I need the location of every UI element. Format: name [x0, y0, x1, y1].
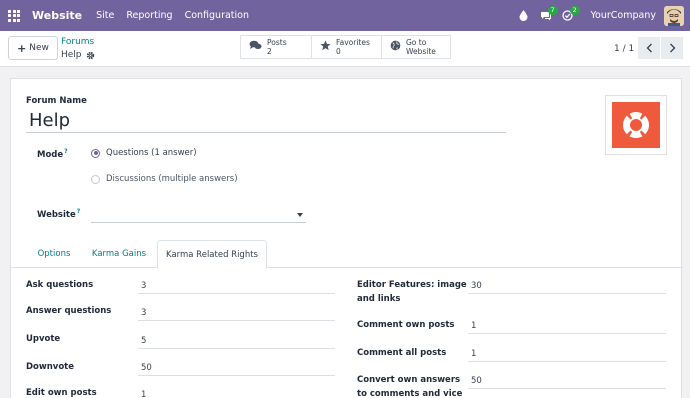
breadcrumb-current: Help — [61, 49, 95, 61]
karma-downvote-input[interactable]: 50 — [138, 360, 335, 376]
karma-editor-features-input[interactable]: 30 — [468, 278, 666, 294]
go-to-label: Go to — [406, 38, 427, 47]
activity-badge: 2 — [569, 6, 580, 15]
karma-convert-answers-input[interactable]: 50 — [468, 373, 666, 389]
new-button[interactable]: + New — [8, 36, 58, 60]
karma-answer-questions-label: Answer questions — [26, 306, 112, 316]
karma-editor-features-label-line2: and links — [357, 294, 401, 304]
karma-editor-features-label-line1: Editor Features: image — [357, 280, 467, 290]
karma-ask-questions-input[interactable]: 3 — [138, 278, 335, 294]
systray: 7 2 YourCompany — [513, 0, 690, 31]
karma-ask-questions-label: Ask questions — [26, 280, 94, 290]
favorites-stat-label: Favorites — [336, 38, 370, 47]
forum-name-input[interactable]: Help — [26, 109, 506, 133]
menu-site[interactable]: Site — [96, 10, 114, 21]
karma-comment-own-posts-label: Comment own posts — [357, 318, 467, 332]
go-to-website-button[interactable]: Go to Website — [381, 35, 451, 59]
karma-comment-all-posts-label: Comment all posts — [357, 346, 467, 360]
mode-help-tooltip[interactable]: ? — [64, 148, 67, 155]
breadcrumb-current-label: Help — [61, 50, 82, 60]
top-navbar: Website Site Reporting Configuration 7 2… — [0, 0, 690, 31]
comments-icon — [249, 40, 262, 54]
karma-answer-questions-input[interactable]: 3 — [138, 305, 335, 321]
app-brand[interactable]: Website — [32, 9, 82, 22]
go-to-value: Website — [406, 47, 436, 56]
karma-convert-answers-label: Convert own answers to comments and vice — [357, 373, 467, 398]
website-select[interactable] — [91, 206, 306, 223]
karma-comment-all-posts-input[interactable]: 1 — [468, 346, 666, 362]
mode-option-questions-label: Questions (1 answer) — [106, 148, 197, 158]
forum-image-field[interactable] — [605, 95, 667, 155]
user-avatar[interactable] — [664, 5, 684, 26]
website-help-tooltip[interactable]: ? — [77, 208, 80, 215]
chevron-left-icon — [646, 43, 652, 53]
karma-edit-own-posts-input[interactable]: 1 — [138, 387, 335, 398]
tab-options[interactable]: Options — [27, 240, 81, 268]
website-label: Website? — [37, 208, 80, 220]
mode-option-discussions[interactable]: Discussions (multiple answers) — [91, 174, 238, 184]
activity-icon[interactable]: 2 — [557, 0, 580, 31]
pager-buttons — [638, 37, 683, 59]
karma-convert-answers-label-line2: to comments and vice — [357, 389, 463, 398]
chevron-right-icon — [669, 43, 675, 53]
karma-downvote-label: Downvote — [26, 362, 75, 372]
pager-next-button[interactable] — [661, 37, 683, 59]
lifebuoy-icon — [612, 102, 660, 148]
tab-karma-related-rights[interactable]: Karma Related Rights — [157, 240, 267, 269]
breadcrumb-forums[interactable]: Forums — [61, 36, 94, 48]
posts-stat-button[interactable]: Posts 2 — [240, 35, 311, 59]
forum-name-label: Forum Name — [26, 96, 87, 106]
karma-editor-features-label: Editor Features: image and links — [357, 278, 467, 306]
karma-comment-own-posts-input[interactable]: 1 — [468, 318, 666, 334]
droplet-icon[interactable] — [513, 0, 535, 31]
pager-previous-button[interactable] — [638, 37, 660, 59]
posts-stat-value: 2 — [267, 47, 272, 56]
posts-stat-label: Posts — [267, 38, 287, 47]
radio-selected-icon[interactable] — [91, 148, 100, 158]
smart-buttons: Posts 2 Favorites 0 Go to Website — [240, 35, 451, 59]
tab-karma-gains[interactable]: Karma Gains — [85, 240, 153, 268]
gear-icon[interactable] — [86, 51, 95, 60]
mode-label-text: Mode — [37, 149, 64, 160]
caret-down-icon — [297, 213, 303, 217]
mode-label: Mode? — [37, 148, 68, 160]
star-icon — [320, 40, 331, 54]
karma-edit-own-posts-label: Edit own posts — [26, 388, 97, 398]
karma-comment-own-posts-label-line1: Comment own posts — [357, 320, 455, 330]
control-panel: + New Forums Help Posts 2 Favorites 0 Go… — [0, 31, 690, 67]
pager-value[interactable]: 1 / 1 — [614, 44, 634, 54]
favorites-stat-button[interactable]: Favorites 0 — [311, 35, 381, 59]
favorites-stat-value: 0 — [336, 47, 341, 56]
website-label-text: Website — [37, 209, 76, 220]
menu-configuration[interactable]: Configuration — [185, 10, 249, 21]
new-button-label: New — [29, 43, 49, 53]
radio-unselected-icon[interactable] — [91, 174, 100, 184]
karma-upvote-label: Upvote — [26, 334, 61, 344]
company-switcher[interactable]: YourCompany — [591, 10, 656, 21]
chat-icon[interactable]: 7 — [535, 0, 558, 31]
apps-menu-icon[interactable] — [0, 0, 28, 31]
mode-option-discussions-label: Discussions (multiple answers) — [106, 174, 238, 184]
karma-comment-all-posts-label-line1: Comment all posts — [357, 348, 447, 358]
globe-icon — [390, 40, 401, 54]
form-sheet: Forum Name Help Mode? Questions (1 answe… — [10, 78, 683, 398]
plus-icon: + — [17, 41, 27, 55]
mode-option-questions[interactable]: Questions (1 answer) — [91, 148, 197, 158]
menu-reporting[interactable]: Reporting — [126, 10, 172, 21]
notebook-tabs: Options Karma Gains Karma Related Rights — [11, 240, 683, 269]
karma-convert-answers-label-line1: Convert own answers — [357, 375, 461, 385]
karma-upvote-input[interactable]: 5 — [138, 333, 335, 349]
